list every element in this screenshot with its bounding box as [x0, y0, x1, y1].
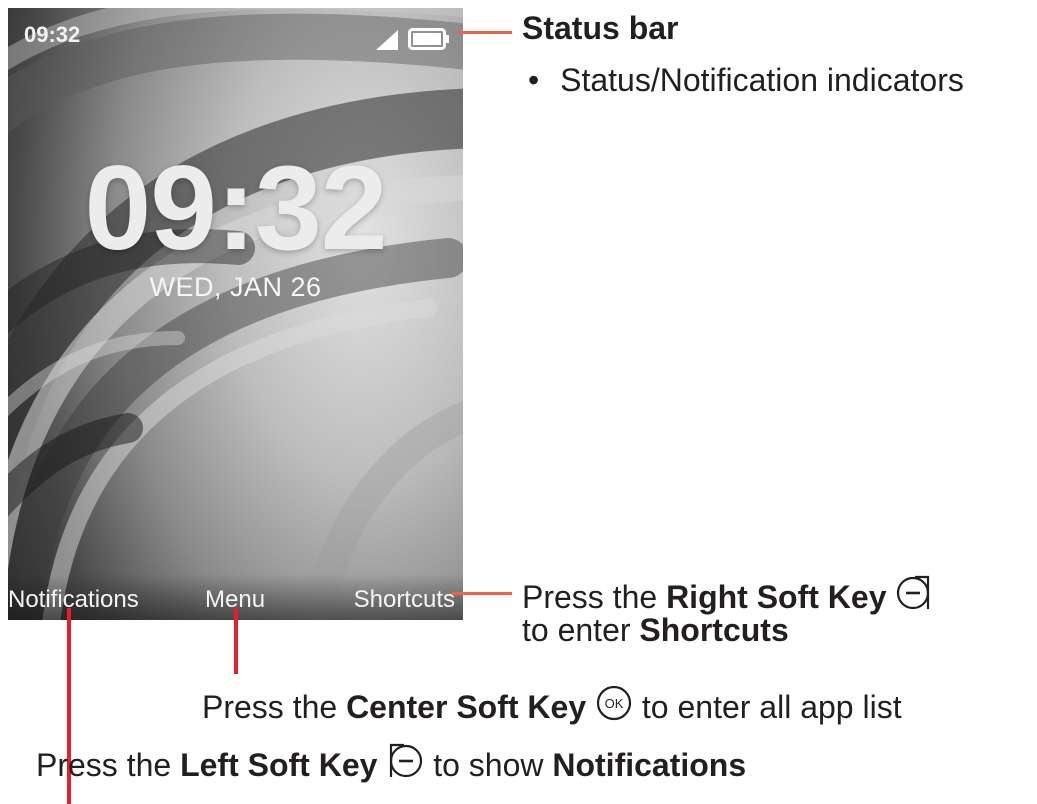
soft-key-notifications[interactable]: Notifications: [8, 586, 139, 614]
center-key-callout-line: [234, 608, 238, 674]
left-key-instruction: Press the Left Soft Key to show Notifica…: [36, 742, 746, 783]
right-soft-key-icon: [897, 575, 930, 610]
center-key-instruction: Press the Center Soft Key OK to enter al…: [202, 684, 902, 725]
wallpaper-image: [8, 8, 463, 620]
bullet: •: [528, 62, 540, 98]
phone-screen: 09:32 09:32 WED, JAN 26 Notifications Me…: [8, 8, 463, 620]
left-soft-key-icon: [390, 743, 423, 778]
svg-text:OK: OK: [605, 696, 624, 711]
status-indicators-text: Status/Notification indicators: [560, 62, 964, 98]
right-key-callout-line: [452, 592, 512, 595]
right-key-instruction-line2: to enter Shortcuts: [522, 612, 789, 648]
battery-icon: [408, 28, 449, 50]
status-bar: 09:32: [8, 8, 463, 58]
lock-screen-clock: 09:32: [84, 141, 388, 275]
lock-screen-date: WED, JAN 26: [149, 272, 322, 302]
signal-icon: [376, 30, 398, 50]
soft-key-shortcuts[interactable]: Shortcuts: [354, 586, 455, 614]
status-bar-callout-line: [458, 31, 512, 34]
ok-key-icon: OK: [596, 685, 632, 721]
status-bar-description: • Status/Notification indicators: [528, 62, 964, 98]
status-time: 09:32: [24, 22, 81, 47]
right-key-instruction: Press the Right Soft Key: [522, 574, 933, 615]
status-bar-title: Status bar: [522, 10, 679, 46]
